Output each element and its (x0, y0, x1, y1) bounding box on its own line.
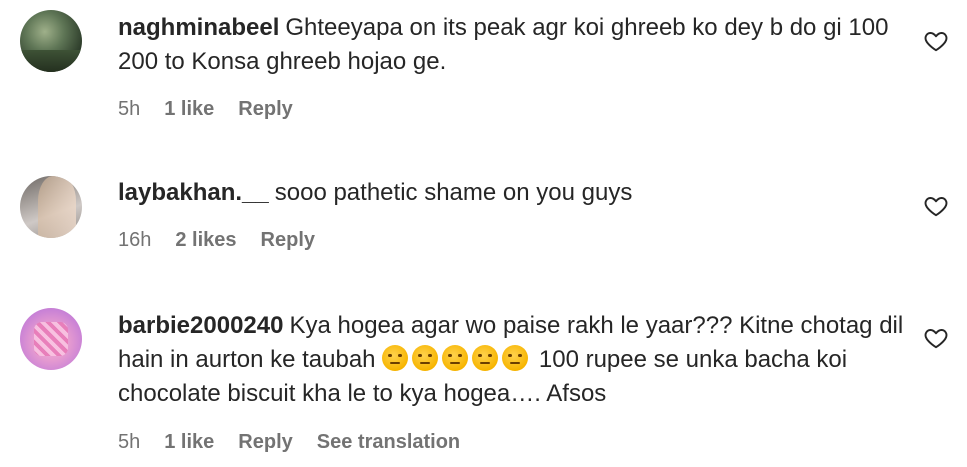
comment-body: barbie2000240 Kya hogea agar wo paise rak… (118, 309, 908, 411)
comment-likes[interactable]: 1 like (164, 431, 214, 454)
reply-button[interactable]: Reply (261, 229, 315, 252)
comment-username[interactable]: barbie2000240 (118, 312, 283, 339)
heart-outline-icon[interactable] (922, 325, 950, 351)
unamused-face-icon (472, 345, 499, 371)
reply-button[interactable]: Reply (238, 98, 292, 121)
unamused-face-icon (382, 345, 409, 371)
avatar[interactable] (20, 10, 82, 72)
comment-text: sooo pathetic shame on you guys (274, 179, 633, 206)
unamused-face-icon (502, 345, 529, 371)
avatar[interactable] (20, 308, 82, 370)
comment-time[interactable]: 5h (118, 98, 140, 121)
comment-time[interactable]: 5h (118, 431, 140, 454)
comment-likes[interactable]: 2 likes (175, 229, 236, 252)
heart-outline-icon[interactable] (922, 193, 950, 219)
unamused-face-icon (442, 345, 469, 371)
see-translation-button[interactable]: See translation (317, 431, 460, 454)
comment-likes[interactable]: 1 like (164, 98, 214, 121)
heart-outline-icon[interactable] (922, 28, 950, 54)
unamused-face-icon (412, 345, 439, 371)
avatar[interactable] (20, 176, 82, 238)
comment-meta: 5h 1 like Reply See translation (118, 431, 484, 454)
comment-meta: 5h 1 like Reply (118, 98, 317, 121)
comment-body: naghminabeel Ghteeyapa on its peak agr ko… (118, 11, 898, 79)
comment-time[interactable]: 16h (118, 229, 151, 252)
reply-button[interactable]: Reply (238, 431, 292, 454)
comment-body: laybakhan.__ sooo pathetic shame on you g… (118, 176, 898, 210)
comment-username[interactable]: laybakhan.__ (118, 179, 269, 206)
comment-username[interactable]: naghminabeel (118, 14, 279, 41)
comment-meta: 16h 2 likes Reply (118, 229, 339, 252)
